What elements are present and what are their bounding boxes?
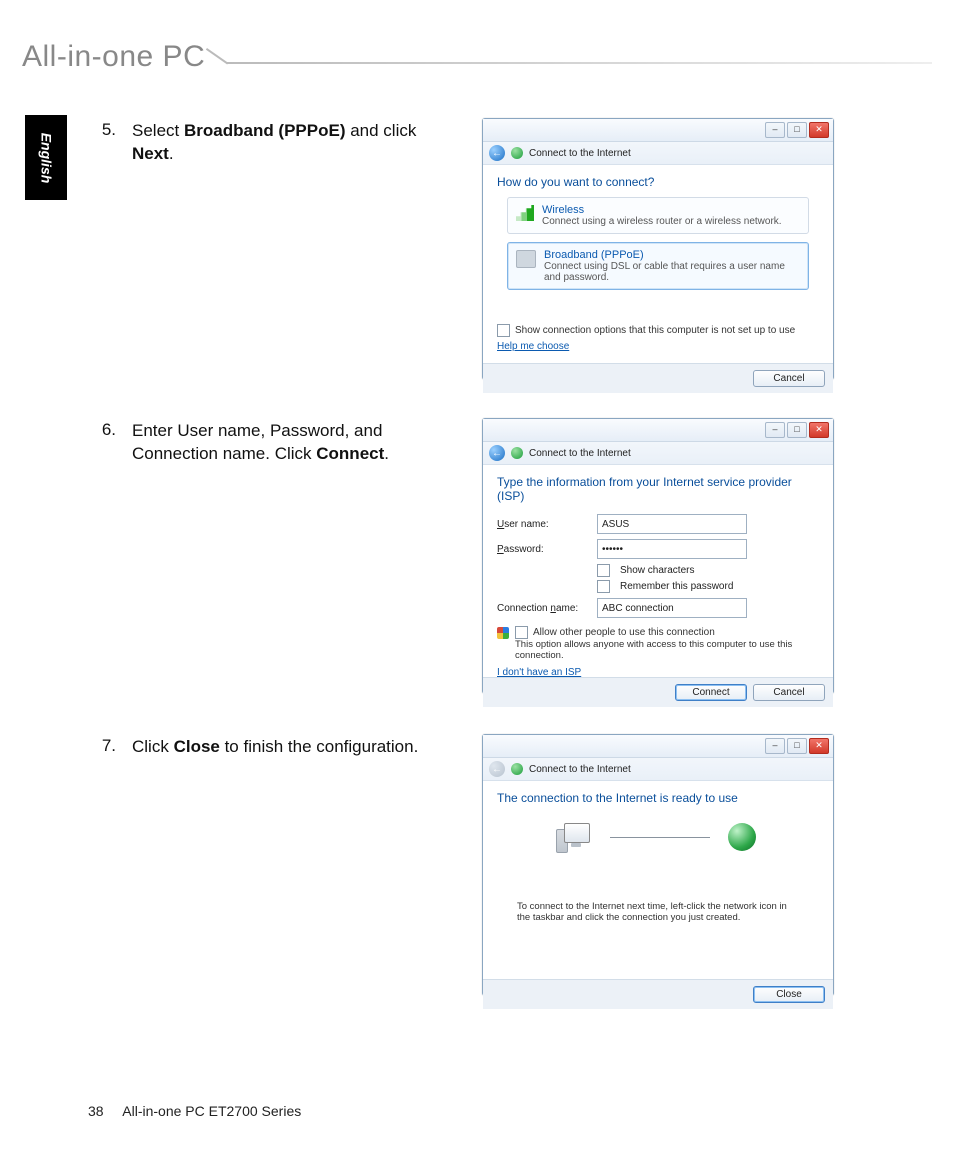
connection-name-label: Connection name: bbox=[497, 603, 587, 614]
button-bar: Connect Cancel bbox=[483, 677, 833, 707]
show-chars-row: Show characters bbox=[597, 564, 819, 577]
connection-name-row: Connection name: bbox=[497, 598, 819, 618]
ready-note: To connect to the Internet next time, le… bbox=[517, 901, 799, 923]
globe-icon bbox=[511, 763, 523, 775]
close-button[interactable]: ✕ bbox=[809, 422, 829, 438]
show-chars-checkbox[interactable] bbox=[597, 564, 610, 577]
window-title: Connect to the Internet bbox=[529, 448, 631, 459]
dialog-connect-method: – □ ✕ ← Connect to the Internet How do y… bbox=[482, 118, 834, 380]
allow-others-desc: This option allows anyone with access to… bbox=[515, 639, 819, 661]
remember-row: Remember this password bbox=[597, 580, 819, 593]
allow-others-row: Allow other people to use this connectio… bbox=[497, 626, 819, 661]
shield-icon bbox=[497, 627, 509, 639]
help-link[interactable]: Help me choose bbox=[497, 341, 569, 352]
maximize-button[interactable]: □ bbox=[787, 122, 807, 138]
step-5-text: Select Broadband (PPPoE) and click Next. bbox=[132, 120, 432, 166]
back-arrow-icon: ← bbox=[492, 148, 502, 159]
title-bar: – □ ✕ bbox=[483, 419, 833, 442]
username-label: User name: bbox=[497, 519, 587, 530]
show-chars-label: Show characters bbox=[620, 565, 694, 576]
show-more-label: Show connection options that this comput… bbox=[515, 325, 795, 336]
step-7-number: 7. bbox=[88, 736, 116, 756]
title-bar: – □ ✕ bbox=[483, 119, 833, 142]
dialog-heading: How do you want to connect? bbox=[497, 175, 819, 189]
step-6-text: Enter User name, Password, and Connectio… bbox=[132, 420, 432, 466]
title-bar: – □ ✕ bbox=[483, 735, 833, 758]
allow-others-checkbox[interactable] bbox=[515, 626, 528, 639]
nav-subbar: ← Connect to the Internet bbox=[483, 758, 833, 781]
remember-label: Remember this password bbox=[620, 581, 733, 592]
username-input[interactable] bbox=[597, 514, 747, 534]
computer-icon bbox=[560, 823, 592, 851]
option-broadband-desc: Connect using DSL or cable that requires… bbox=[544, 261, 800, 283]
page-footer: 38 All-in-one PC ET2700 Series bbox=[88, 1103, 301, 1119]
modem-icon bbox=[516, 250, 536, 268]
cancel-button[interactable]: Cancel bbox=[753, 684, 825, 701]
minimize-button[interactable]: – bbox=[765, 738, 785, 754]
dialog-heading: The connection to the Internet is ready … bbox=[497, 791, 819, 805]
connection-name-input[interactable] bbox=[597, 598, 747, 618]
dialog-heading: Type the information from your Internet … bbox=[497, 475, 819, 503]
password-input[interactable] bbox=[597, 539, 747, 559]
button-bar: Close bbox=[483, 979, 833, 1009]
connect-button[interactable]: Connect bbox=[675, 684, 747, 701]
checkbox-icon[interactable] bbox=[497, 324, 510, 337]
nav-subbar: ← Connect to the Internet bbox=[483, 142, 833, 165]
option-broadband[interactable]: Broadband (PPPoE) Connect using DSL or c… bbox=[507, 242, 809, 290]
remember-checkbox[interactable] bbox=[597, 580, 610, 593]
footer-text: All-in-one PC ET2700 Series bbox=[122, 1103, 301, 1119]
back-button-disabled: ← bbox=[489, 761, 505, 777]
step-7-text: Click Close to finish the configuration. bbox=[132, 736, 462, 759]
dialog-isp-info: – □ ✕ ← Connect to the Internet Type the… bbox=[482, 418, 834, 694]
connection-graphic bbox=[497, 823, 819, 851]
connection-line-icon bbox=[610, 837, 710, 838]
close-dialog-button[interactable]: Close bbox=[753, 986, 825, 1003]
language-tab: English bbox=[25, 115, 67, 200]
wifi-icon bbox=[516, 205, 534, 221]
button-bar: Cancel bbox=[483, 363, 833, 393]
back-arrow-icon: ← bbox=[492, 448, 502, 459]
maximize-button[interactable]: □ bbox=[787, 738, 807, 754]
language-tab-label: English bbox=[38, 132, 54, 183]
close-button[interactable]: ✕ bbox=[809, 122, 829, 138]
no-isp-link[interactable]: I don't have an ISP bbox=[497, 667, 581, 678]
nav-subbar: ← Connect to the Internet bbox=[483, 442, 833, 465]
page-number: 38 bbox=[88, 1103, 104, 1119]
option-wireless[interactable]: Wireless Connect using a wireless router… bbox=[507, 197, 809, 234]
back-button[interactable]: ← bbox=[489, 145, 505, 161]
username-row: User name: bbox=[497, 514, 819, 534]
minimize-button[interactable]: – bbox=[765, 122, 785, 138]
minimize-button[interactable]: – bbox=[765, 422, 785, 438]
option-wireless-desc: Connect using a wireless router or a wir… bbox=[542, 216, 782, 227]
option-wireless-name: Wireless bbox=[542, 204, 782, 216]
back-arrow-icon: ← bbox=[492, 764, 502, 775]
globe-icon bbox=[511, 147, 523, 159]
password-row: Password: bbox=[497, 539, 819, 559]
back-button[interactable]: ← bbox=[489, 445, 505, 461]
option-broadband-name: Broadband (PPPoE) bbox=[544, 249, 800, 261]
window-title: Connect to the Internet bbox=[529, 764, 631, 775]
close-button[interactable]: ✕ bbox=[809, 738, 829, 754]
step-5-number: 5. bbox=[88, 120, 116, 140]
dialog-ready: – □ ✕ ← Connect to the Internet The conn… bbox=[482, 734, 834, 996]
cancel-button[interactable]: Cancel bbox=[753, 370, 825, 387]
header-rule bbox=[227, 62, 932, 64]
window-title: Connect to the Internet bbox=[529, 148, 631, 159]
page-title: All-in-one PC bbox=[22, 40, 205, 73]
page-header: All-in-one PC bbox=[22, 40, 932, 80]
internet-globe-icon bbox=[728, 823, 756, 851]
password-label: Password: bbox=[497, 544, 587, 555]
step-6-number: 6. bbox=[88, 420, 116, 440]
globe-icon bbox=[511, 447, 523, 459]
show-more-row[interactable]: Show connection options that this comput… bbox=[497, 324, 819, 337]
allow-others-label: Allow other people to use this connectio… bbox=[533, 627, 715, 638]
maximize-button[interactable]: □ bbox=[787, 422, 807, 438]
